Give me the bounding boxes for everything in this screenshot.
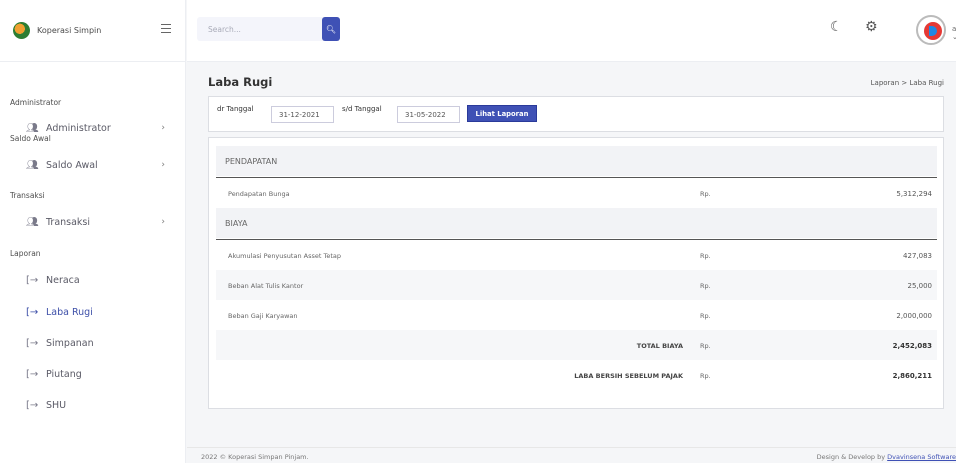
- view-report-button[interactable]: Lihat Laporan: [467, 105, 537, 122]
- from-date-label: dr Tanggal: [217, 105, 254, 113]
- users-icon: 👥︎: [26, 122, 39, 134]
- net-profit-row: LABA BERSIH SEBELUM PAJAK Rp. 2,860,211: [216, 360, 937, 390]
- sidebar-item-administrator[interactable]: [0, 96, 185, 116]
- amount: 427,083: [903, 252, 932, 260]
- search-icon: 🔍︎: [325, 24, 337, 34]
- sidebar-item-label: SHU: [46, 399, 67, 411]
- amount: 2,000,000: [896, 312, 932, 320]
- sidebar-item-label: Neraca: [46, 274, 80, 286]
- user-menu[interactable]: a ⌄: [952, 25, 956, 41]
- sidebar-item-label: Saldo Awal: [46, 159, 98, 171]
- gear-icon[interactable]: ⚙: [865, 19, 878, 35]
- brand[interactable]: Koperasi Simpin: [0, 0, 185, 62]
- to-date-label: s/d Tanggal: [342, 105, 382, 113]
- search-box: 🔍︎: [197, 17, 340, 42]
- table-row: Beban Gaji Karyawan Rp. 2,000,000: [216, 300, 937, 330]
- report-card: PENDAPATAN Pendapatan Bunga Rp. 5,312,29…: [208, 137, 944, 409]
- sidebar-item-label: Transaksi: [46, 216, 91, 228]
- moon-icon[interactable]: ☾: [830, 19, 843, 35]
- search-button[interactable]: 🔍︎: [322, 17, 340, 41]
- section-title-transaksi: Transaksi: [10, 191, 45, 200]
- breadcrumb[interactable]: Laporan > Laba Rugi: [871, 79, 944, 87]
- account-name: Pendapatan Bunga: [228, 190, 290, 198]
- users-icon: 👥︎: [26, 159, 39, 171]
- expense-header: BIAYA: [216, 208, 937, 238]
- to-date-input[interactable]: [397, 106, 460, 123]
- login-arrow-icon: [→: [26, 337, 39, 349]
- sidebar-item-saldo-awal[interactable]: 👥︎ Saldo Awal ›: [0, 155, 185, 175]
- net-profit-amount: 2,860,211: [892, 372, 932, 380]
- brand-name: Koperasi Simpin: [37, 26, 102, 35]
- users-icon: 👥︎: [26, 216, 39, 228]
- currency: Rp.: [700, 252, 711, 260]
- page-title: Laba Rugi: [208, 75, 273, 89]
- sidebar-item-laba-rugi[interactable]: [→ Laba Rugi: [0, 302, 185, 322]
- footer-credit: Design & Develop by Dvavinsena Software: [817, 453, 956, 461]
- currency: Rp.: [700, 372, 711, 380]
- sidebar-item-transaksi[interactable]: 👥︎ Transaksi ›: [0, 212, 185, 232]
- login-arrow-icon: [→: [26, 306, 39, 318]
- currency: Rp.: [700, 282, 711, 290]
- sidebar-item-neraca[interactable]: [→ Neraca: [0, 270, 185, 290]
- account-name: Beban Alat Tulis Kantor: [228, 282, 304, 290]
- section-title-laporan: Laporan: [10, 249, 41, 258]
- account-name: Akumulasi Penyusutan Asset Tetap: [228, 252, 341, 260]
- footer-copyright: 2022 © Koperasi Simpan Pinjam.: [201, 453, 309, 461]
- chevron-right-icon: ›: [161, 123, 165, 133]
- total-cost-row: TOTAL BIAYA Rp. 2,452,083: [216, 330, 937, 360]
- login-arrow-icon: [→: [26, 368, 39, 380]
- currency: Rp.: [700, 312, 711, 320]
- total-cost-amount: 2,452,083: [892, 342, 932, 350]
- account-name: Beban Gaji Karyawan: [228, 312, 298, 320]
- sidebar-item-simpanan[interactable]: [→ Simpanan: [0, 333, 185, 353]
- amount: 25,000: [907, 282, 933, 290]
- brand-logo-icon: [13, 22, 30, 39]
- footer-credit-text: Design & Develop by: [816, 453, 886, 461]
- hamburger-menu-icon[interactable]: [161, 24, 171, 34]
- expense-header-label: BIAYA: [225, 219, 248, 228]
- sidebar-item-label: Laba Rugi: [46, 306, 93, 318]
- table-row: Akumulasi Penyusutan Asset Tetap Rp. 427…: [216, 240, 937, 270]
- income-header-label: PENDAPATAN: [225, 157, 278, 166]
- amount: 5,312,294: [896, 190, 932, 198]
- net-profit-label: LABA BERSIH SEBELUM PAJAK: [574, 372, 683, 380]
- currency: Rp.: [700, 342, 711, 350]
- currency: Rp.: [700, 190, 711, 198]
- login-arrow-icon: [→: [26, 274, 39, 286]
- sidebar-item-piutang[interactable]: [→ Piutang: [0, 364, 185, 384]
- login-arrow-icon: [→: [26, 399, 39, 411]
- footer: 2022 © Koperasi Simpan Pinjam. Design & …: [187, 447, 956, 463]
- topbar: 🔍︎ ☾ ⚙ a ⌄: [187, 0, 956, 62]
- footer-credit-link[interactable]: Dvavinsena Software: [887, 453, 956, 461]
- chevron-right-icon: ›: [161, 160, 165, 170]
- sidebar: Koperasi Simpin Administrator 👥︎ Adminis…: [0, 0, 186, 463]
- chevron-right-icon: ›: [161, 217, 165, 227]
- table-row: Pendapatan Bunga Rp. 5,312,294: [216, 178, 937, 208]
- sidebar-item-label: Administrator: [46, 122, 111, 134]
- income-header: PENDAPATAN: [216, 146, 937, 176]
- total-cost-label: TOTAL BIAYA: [636, 342, 683, 350]
- section-title-saldo-awal: Saldo Awal: [10, 134, 51, 143]
- sidebar-item-shu[interactable]: [→ SHU: [0, 395, 185, 415]
- sidebar-item-label: Simpanan: [46, 337, 94, 349]
- search-input[interactable]: [197, 17, 297, 42]
- sidebar-item-label: Piutang: [46, 368, 82, 380]
- avatar[interactable]: [916, 15, 946, 45]
- filter-card: dr Tanggal s/d Tanggal Lihat Laporan: [208, 96, 944, 132]
- table-row: Beban Alat Tulis Kantor Rp. 25,000: [216, 270, 937, 300]
- from-date-input[interactable]: [271, 106, 334, 123]
